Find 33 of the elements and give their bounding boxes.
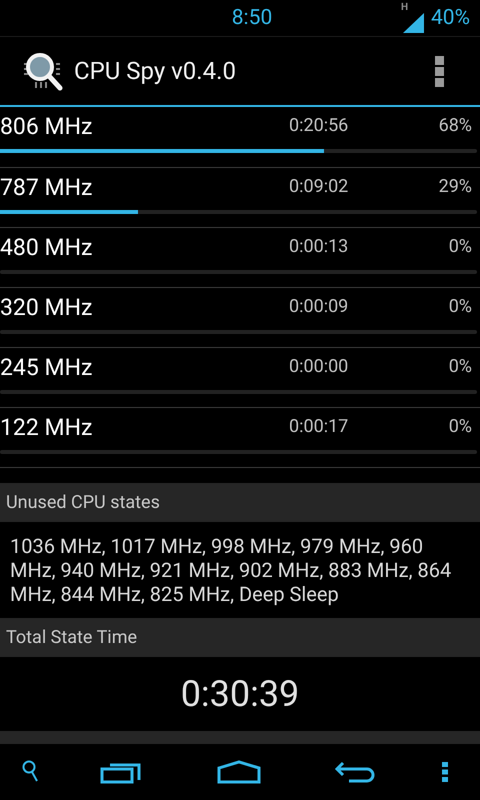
state-duration: 0:00:09 (288, 298, 350, 316)
frequency-label: 787 MHz (0, 176, 94, 198)
battery-level: 40% (431, 8, 470, 28)
state-duration: 0:20:56 (288, 117, 350, 135)
state-percent: 0% (448, 418, 473, 436)
state-duration: 0:00:00 (288, 358, 350, 376)
back-icon[interactable] (335, 761, 375, 783)
unused-states-list: 1036 MHz, 1017 MHz, 998 MHz, 979 MHz, 960 MHz, 940 MHz, 921 MHz, 902 MHz, 883 MHz, 864 MHz, 844 MHz, 825 MHz, Deep Sleep (10, 534, 470, 606)
frequency-label: 480 MHz (0, 236, 94, 258)
frequency-label: 806 MHz (0, 114, 94, 138)
signal-icon (403, 13, 424, 33)
section-header: Unused CPU states (6, 494, 160, 512)
total-time: 0:30:39 (180, 676, 300, 712)
network-type: H (401, 3, 408, 13)
state-percent: 0% (448, 298, 473, 316)
frequency-label: 122 MHz (0, 416, 94, 438)
magnifier-chip-icon (22, 50, 64, 92)
section-header: Total State Time (6, 628, 138, 646)
frequency-label: 320 MHz (0, 296, 94, 318)
home-icon[interactable] (217, 760, 261, 784)
search-icon[interactable] (22, 760, 40, 784)
state-percent: 0% (448, 358, 473, 376)
overflow-menu-icon[interactable] (435, 56, 444, 86)
app-title: CPU Spy v0.4.0 (74, 59, 236, 83)
state-percent: 68% (438, 117, 473, 135)
state-duration: 0:09:02 (288, 178, 350, 196)
overflow-menu-icon[interactable] (442, 762, 448, 782)
state-duration: 0:00:13 (288, 238, 350, 256)
state-duration: 0:00:17 (288, 418, 350, 436)
clock-time: 8:50 (232, 8, 272, 28)
state-percent: 0% (448, 238, 473, 256)
frequency-label: 245 MHz (0, 356, 94, 378)
state-percent: 29% (438, 178, 473, 196)
